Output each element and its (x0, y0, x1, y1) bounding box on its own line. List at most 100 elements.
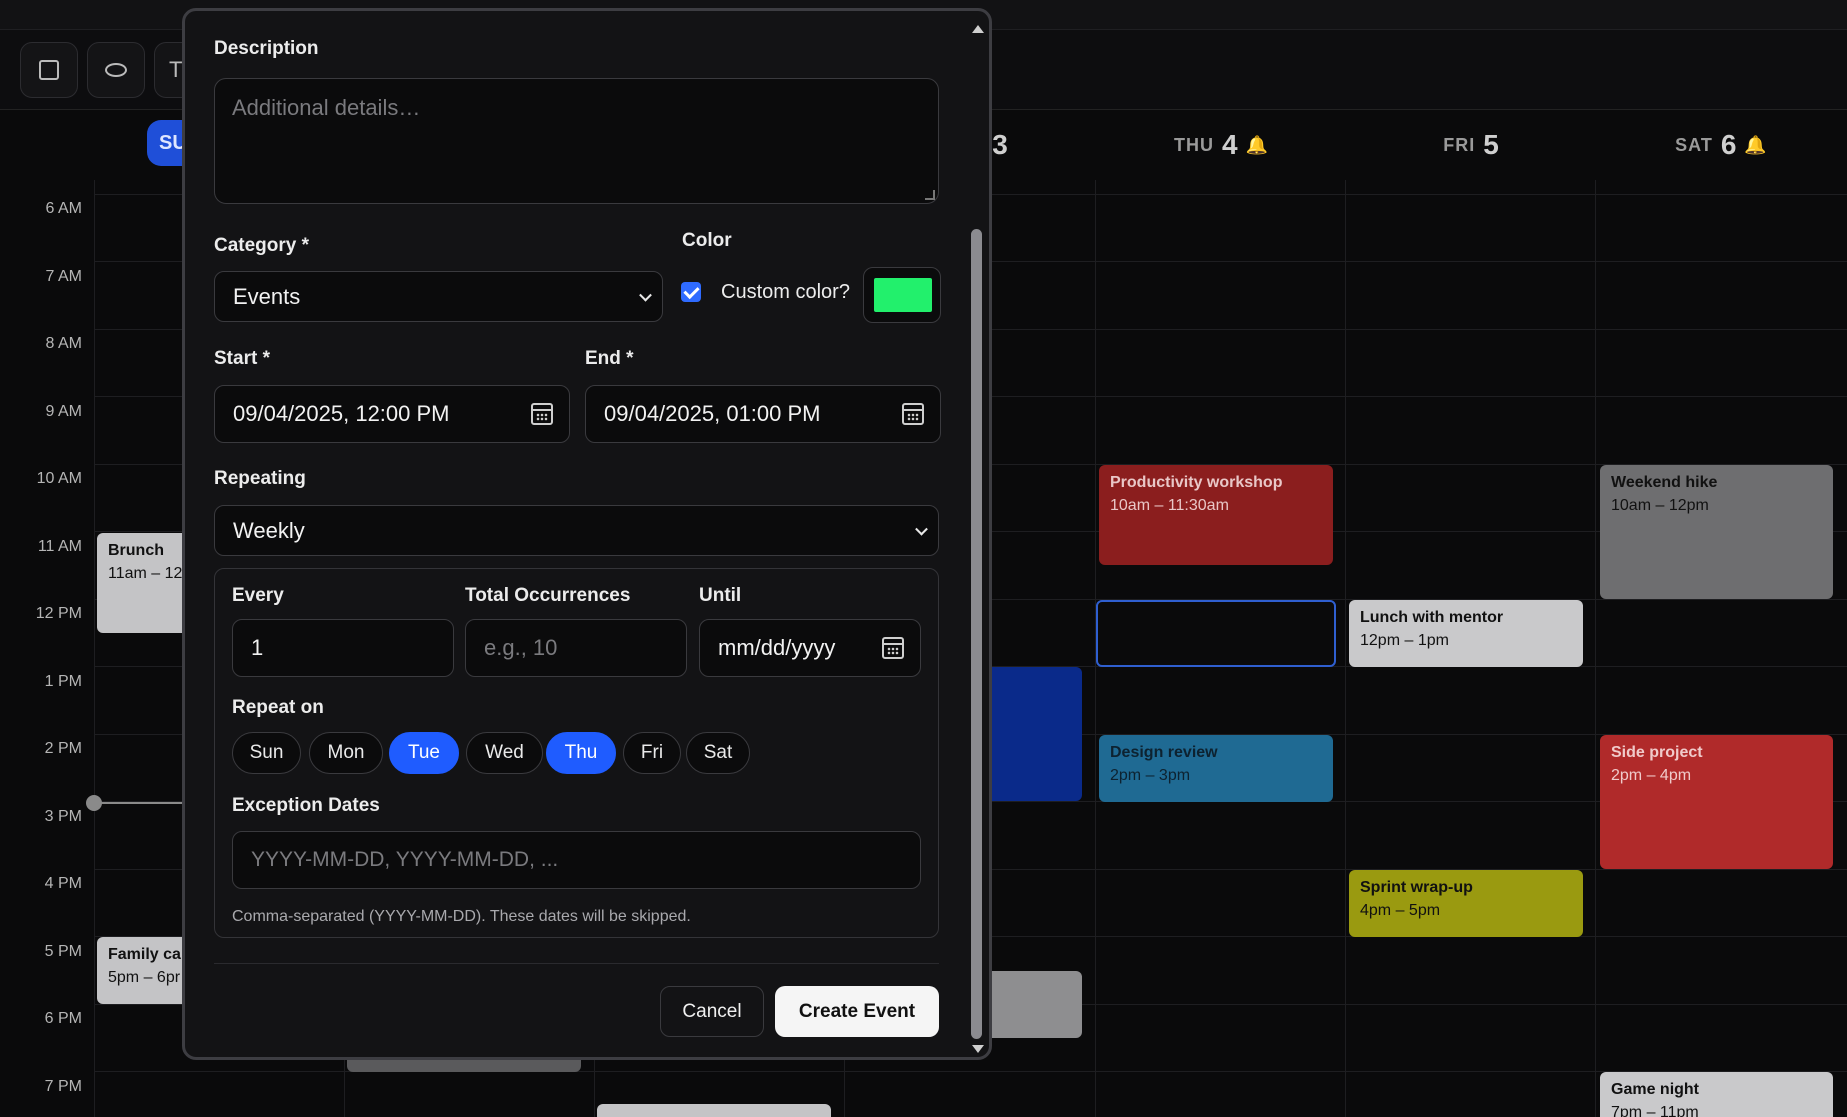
start-datetime-input[interactable]: 09/04/2025, 12:00 PM (214, 385, 570, 443)
selected-time-slot[interactable] (1096, 600, 1336, 667)
category-value: Events (233, 283, 301, 309)
scroll-down-icon[interactable] (972, 1045, 984, 1053)
color-picker[interactable] (863, 267, 941, 323)
exception-dates-input[interactable]: YYYY-MM-DD, YYYY-MM-DD, ... (232, 831, 921, 889)
day-header-thu[interactable]: THU 4 🔔 (1096, 110, 1346, 180)
event-time: 11am – 12 (108, 565, 183, 582)
total-occurrences-input[interactable]: e.g., 10 (465, 619, 687, 677)
event-game-night[interactable]: Game night 7pm – 11pm (1600, 1072, 1833, 1117)
color-swatch (874, 278, 932, 312)
chevron-down-icon (639, 288, 652, 302)
custom-color-checkbox[interactable] (681, 282, 701, 302)
description-placeholder: Additional details… (232, 95, 421, 120)
day-header-sat[interactable]: SAT 6 🔔 (1596, 110, 1846, 180)
start-value: 09/04/2025, 12:00 PM (233, 401, 450, 426)
event-lunch-with-mentor[interactable]: Lunch with mentor 12pm – 1pm (1349, 600, 1583, 667)
event-time: 12pm – 1pm (1360, 632, 1449, 649)
weekday-toggle-mon[interactable]: Mon (309, 732, 383, 774)
event-sprint-wrap-up[interactable]: Sprint wrap-up 4pm – 5pm (1349, 870, 1583, 937)
footer-divider (214, 963, 939, 964)
exception-dates-label: Exception Dates (232, 795, 380, 816)
event-title: Productivity workshop (1110, 474, 1283, 491)
scrollbar-thumb[interactable] (971, 229, 982, 1039)
event-partial[interactable] (597, 1104, 831, 1117)
create-event-dialog: Description Additional details… Category… (182, 8, 992, 1060)
hour-label: 7 AM (45, 268, 82, 285)
event-productivity-workshop[interactable]: Productivity workshop 10am – 11:30am (1099, 465, 1333, 565)
weekday-toggle-thu[interactable]: Thu (546, 732, 616, 774)
weekday-label: Sun (249, 742, 284, 763)
event-time: 2pm – 4pm (1611, 767, 1692, 784)
event-time: 7pm – 11pm (1611, 1104, 1699, 1117)
resize-handle-icon[interactable] (925, 190, 935, 200)
bell-icon[interactable]: 🔔 (1246, 135, 1268, 156)
scroll-up-icon[interactable] (972, 25, 984, 33)
repeating-select[interactable]: Weekly (214, 505, 939, 556)
hour-label: 2 PM (44, 740, 82, 757)
hour-label: 10 AM (36, 470, 82, 487)
weekday-label: Fri (640, 742, 664, 763)
visibility-button[interactable] (87, 42, 145, 98)
calendar-icon[interactable] (902, 403, 924, 425)
event-title: Lunch with mentor (1360, 609, 1504, 626)
event-side-project[interactable]: Side project 2pm – 4pm (1600, 735, 1833, 869)
weekday-label: Tue (407, 742, 441, 763)
repeat-on-label: Repeat on (232, 697, 324, 718)
end-value: 09/04/2025, 01:00 PM (604, 401, 821, 426)
end-label: End * (585, 348, 634, 369)
event-time: 2pm – 3pm (1110, 767, 1191, 784)
event-title: Weekend hike (1611, 474, 1718, 491)
hour-label: 8 AM (45, 335, 82, 352)
event-title: Family cal (108, 946, 186, 963)
until-date-input[interactable]: mm/dd/yyyy (699, 619, 921, 677)
event-title: Game night (1611, 1081, 1700, 1098)
day-number: 5 (1483, 129, 1499, 160)
event-title: Brunch (108, 542, 164, 559)
calendar-view-button[interactable] (20, 42, 78, 98)
hour-label: 9 AM (45, 403, 82, 420)
exception-dates-placeholder: YYYY-MM-DD, YYYY-MM-DD, ... (251, 848, 559, 871)
bell-icon[interactable]: 🔔 (1744, 135, 1766, 156)
color-label: Color (682, 230, 732, 251)
description-textarea[interactable]: Additional details… (214, 78, 939, 204)
hour-label: 1 PM (44, 673, 82, 690)
hour-label: 11 AM (37, 538, 82, 555)
hour-label: 3 PM (44, 808, 82, 825)
dialog-scrollbar[interactable] (968, 19, 985, 1057)
weekday-toggle-sun[interactable]: Sun (232, 732, 301, 774)
hour-label: 6 PM (44, 1010, 82, 1027)
event-time: 10am – 11:30am (1110, 497, 1229, 514)
event-title: Side project (1611, 744, 1703, 761)
total-occurrences-placeholder: e.g., 10 (484, 635, 558, 660)
repeating-value: Weekly (233, 517, 305, 543)
dialog-body: Description Additional details… Category… (214, 11, 941, 1057)
event-weekend-hike[interactable]: Weekend hike 10am – 12pm (1600, 465, 1833, 599)
event-time: 10am – 12pm (1611, 497, 1709, 514)
hour-label: 7 PM (44, 1078, 82, 1095)
day-header-fri[interactable]: FRI 5 (1346, 110, 1596, 180)
category-select[interactable]: Events (214, 271, 663, 322)
weekday-toggle-tue[interactable]: Tue (389, 732, 459, 774)
calendar-icon[interactable] (882, 637, 904, 659)
weekday-toggle-fri[interactable]: Fri (623, 732, 681, 774)
cancel-button[interactable]: Cancel (660, 986, 764, 1037)
weekday-toggle-sat[interactable]: Sat (686, 732, 750, 774)
day-number: 3 (992, 129, 1008, 160)
calendar-icon[interactable] (531, 403, 553, 425)
chevron-down-icon (915, 522, 928, 536)
grid-column-line (1595, 180, 1596, 1117)
hour-label: 4 PM (44, 875, 82, 892)
every-input[interactable]: 1 (232, 619, 454, 677)
end-datetime-input[interactable]: 09/04/2025, 01:00 PM (585, 385, 941, 443)
weekday-toggle-wed[interactable]: Wed (466, 732, 543, 774)
grid-column-line (1345, 180, 1346, 1117)
category-label: Category * (214, 235, 310, 256)
description-label: Description (214, 38, 319, 59)
custom-color-label: Custom color? (721, 281, 850, 303)
create-event-button[interactable]: Create Event (775, 986, 939, 1037)
hour-label: 6 AM (45, 200, 82, 217)
current-time-line (100, 802, 185, 804)
event-design-review[interactable]: Design review 2pm – 3pm (1099, 735, 1333, 802)
hour-label: 12 PM (35, 605, 82, 622)
today-button-label: T (169, 57, 183, 82)
